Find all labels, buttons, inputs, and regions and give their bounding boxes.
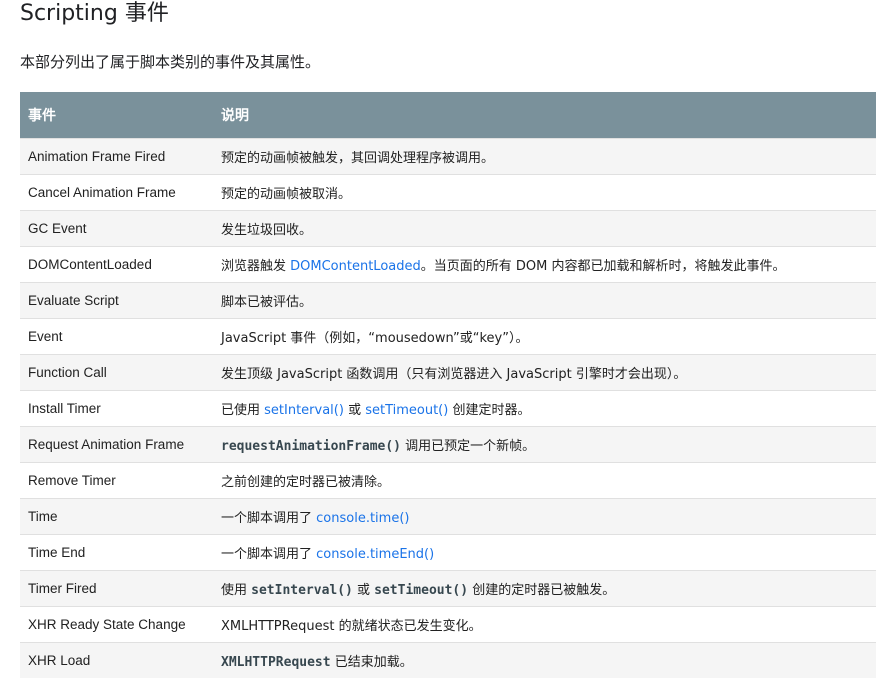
event-name-cell: Request Animation Frame	[20, 426, 213, 463]
header-description: 说明	[213, 92, 876, 139]
scripting-events-table: 事件 说明 Animation Frame Fired 预定的动画帧被触发，其回调…	[20, 92, 876, 678]
event-name-cell: DOMContentLoaded	[20, 246, 213, 283]
description-text: 或	[343, 403, 366, 418]
description-text: JavaScript 事件（例如，“mousedown”或“key”）。	[221, 331, 529, 346]
event-description-cell: XMLHTTPRequest 的就绪状态已发生变化。	[213, 606, 876, 643]
event-description-cell: 使用 setInterval() 或 setTimeout() 创建的定时器已被…	[213, 570, 876, 607]
event-name-cell: Function Call	[20, 354, 213, 391]
event-description-cell: 之前创建的定时器已被清除。	[213, 462, 876, 499]
event-description-cell: 浏览器触发 DOMContentLoaded。当页面的所有 DOM 内容都已加载…	[213, 246, 876, 283]
event-name-cell: Install Timer	[20, 390, 213, 427]
event-description-cell: 发生顶级 JavaScript 函数调用（只有浏览器进入 JavaScript …	[213, 354, 876, 391]
event-name-cell: XHR Ready State Change	[20, 606, 213, 643]
code-text: requestAnimationFrame()	[221, 439, 402, 454]
table-row: XHR Ready State Change XMLHTTPRequest 的就绪…	[20, 606, 876, 643]
description-text: 发生垃圾回收。	[221, 223, 313, 238]
code-text: setTimeout()	[374, 583, 469, 598]
event-name-cell: GC Event	[20, 210, 213, 247]
event-description-cell: 预定的动画帧被取消。	[213, 174, 876, 211]
table-row: Function Call 发生顶级 JavaScript 函数调用（只有浏览器进…	[20, 354, 876, 391]
event-description-cell: XMLHTTPRequest 已结束加载。	[213, 642, 876, 678]
table-row: Evaluate Script 脚本已被评估。	[20, 282, 876, 319]
event-name-cell: Cancel Animation Frame	[20, 174, 213, 211]
event-description-cell: 脚本已被评估。	[213, 282, 876, 319]
description-text: 预定的动画帧被取消。	[221, 187, 352, 202]
event-description-cell: JavaScript 事件（例如，“mousedown”或“key”）。	[213, 318, 876, 355]
doc-link[interactable]: DOMContentLoaded	[290, 259, 421, 274]
event-description-cell: 发生垃圾回收。	[213, 210, 876, 247]
table-row: Event JavaScript 事件（例如，“mousedown”或“key”）…	[20, 318, 876, 355]
event-name-cell: Evaluate Script	[20, 282, 213, 319]
description-text: 脚本已被评估。	[221, 295, 313, 310]
table-row: GC Event 发生垃圾回收。	[20, 210, 876, 247]
description-text: 之前创建的定时器已被清除。	[221, 475, 391, 490]
event-name-cell: Timer Fired	[20, 570, 213, 607]
description-text: 预定的动画帧被触发，其回调处理程序被调用。	[221, 151, 495, 166]
description-text: 已结束加载。	[330, 655, 413, 670]
description-text: 调用已预定一个新帧。	[401, 439, 536, 454]
description-text: 使用	[221, 583, 252, 598]
table-row: DOMContentLoaded 浏览器触发 DOMContentLoaded。当…	[20, 246, 876, 283]
code-text: setInterval()	[251, 583, 353, 598]
table-row: Remove Timer 之前创建的定时器已被清除。	[20, 462, 876, 499]
description-text: 创建的定时器已被触发。	[468, 583, 616, 598]
table-body: Animation Frame Fired 预定的动画帧被触发，其回调处理程序被调…	[20, 138, 876, 678]
page-title: Scripting 事件	[20, 1, 169, 26]
table-row: Time End 一个脚本调用了 console.timeEnd()	[20, 534, 876, 571]
event-description-cell: 预定的动画帧被触发，其回调处理程序被调用。	[213, 138, 876, 175]
description-text: 发生顶级 JavaScript 函数调用（只有浏览器进入 JavaScript …	[221, 367, 687, 382]
description-text: 。当页面的所有 DOM 内容都已加载和解析时，将触发此事件。	[420, 259, 786, 274]
table-row: Request Animation Frame requestAnimationF…	[20, 426, 876, 463]
event-name-cell: Time End	[20, 534, 213, 571]
event-name-cell: Time	[20, 498, 213, 535]
description-text: 或	[352, 583, 375, 598]
table-row: Time 一个脚本调用了 console.time()	[20, 498, 876, 535]
intro-text: 本部分列出了属于脚本类别的事件及其属性。	[20, 53, 321, 71]
table-row: XHR Load XMLHTTPRequest 已结束加载。	[20, 642, 876, 678]
table-row: Install Timer 已使用 setInterval() 或 setTime…	[20, 390, 876, 427]
doc-link[interactable]: setInterval()	[264, 403, 344, 418]
table-row: Animation Frame Fired 预定的动画帧被触发，其回调处理程序被调…	[20, 138, 876, 175]
description-text: 创建定时器。	[448, 403, 531, 418]
event-description-cell: requestAnimationFrame() 调用已预定一个新帧。	[213, 426, 876, 463]
event-description-cell: 已使用 setInterval() 或 setTimeout() 创建定时器。	[213, 390, 876, 427]
event-name-cell: Event	[20, 318, 213, 355]
doc-link[interactable]: console.time()	[316, 511, 409, 526]
description-text: 已使用	[221, 403, 265, 418]
table-row: Cancel Animation Frame 预定的动画帧被取消。	[20, 174, 876, 211]
event-name-cell: Animation Frame Fired	[20, 138, 213, 175]
table-row: Timer Fired 使用 setInterval() 或 setTimeout…	[20, 570, 876, 607]
header-row: 事件 说明	[20, 92, 876, 139]
event-name-cell: XHR Load	[20, 642, 213, 678]
description-text: 浏览器触发	[221, 259, 291, 274]
description-text: 一个脚本调用了	[221, 547, 317, 562]
description-text: 一个脚本调用了	[221, 511, 317, 526]
header-event: 事件	[20, 92, 213, 139]
description-text: XMLHTTPRequest 的就绪状态已发生变化。	[221, 619, 482, 634]
event-name-cell: Remove Timer	[20, 462, 213, 499]
code-text: XMLHTTPRequest	[221, 655, 331, 670]
doc-link[interactable]: setTimeout()	[365, 403, 448, 418]
event-description-cell: 一个脚本调用了 console.time()	[213, 498, 876, 535]
table-header: 事件 说明	[20, 92, 876, 139]
event-description-cell: 一个脚本调用了 console.timeEnd()	[213, 534, 876, 571]
doc-link[interactable]: console.timeEnd()	[316, 547, 434, 562]
